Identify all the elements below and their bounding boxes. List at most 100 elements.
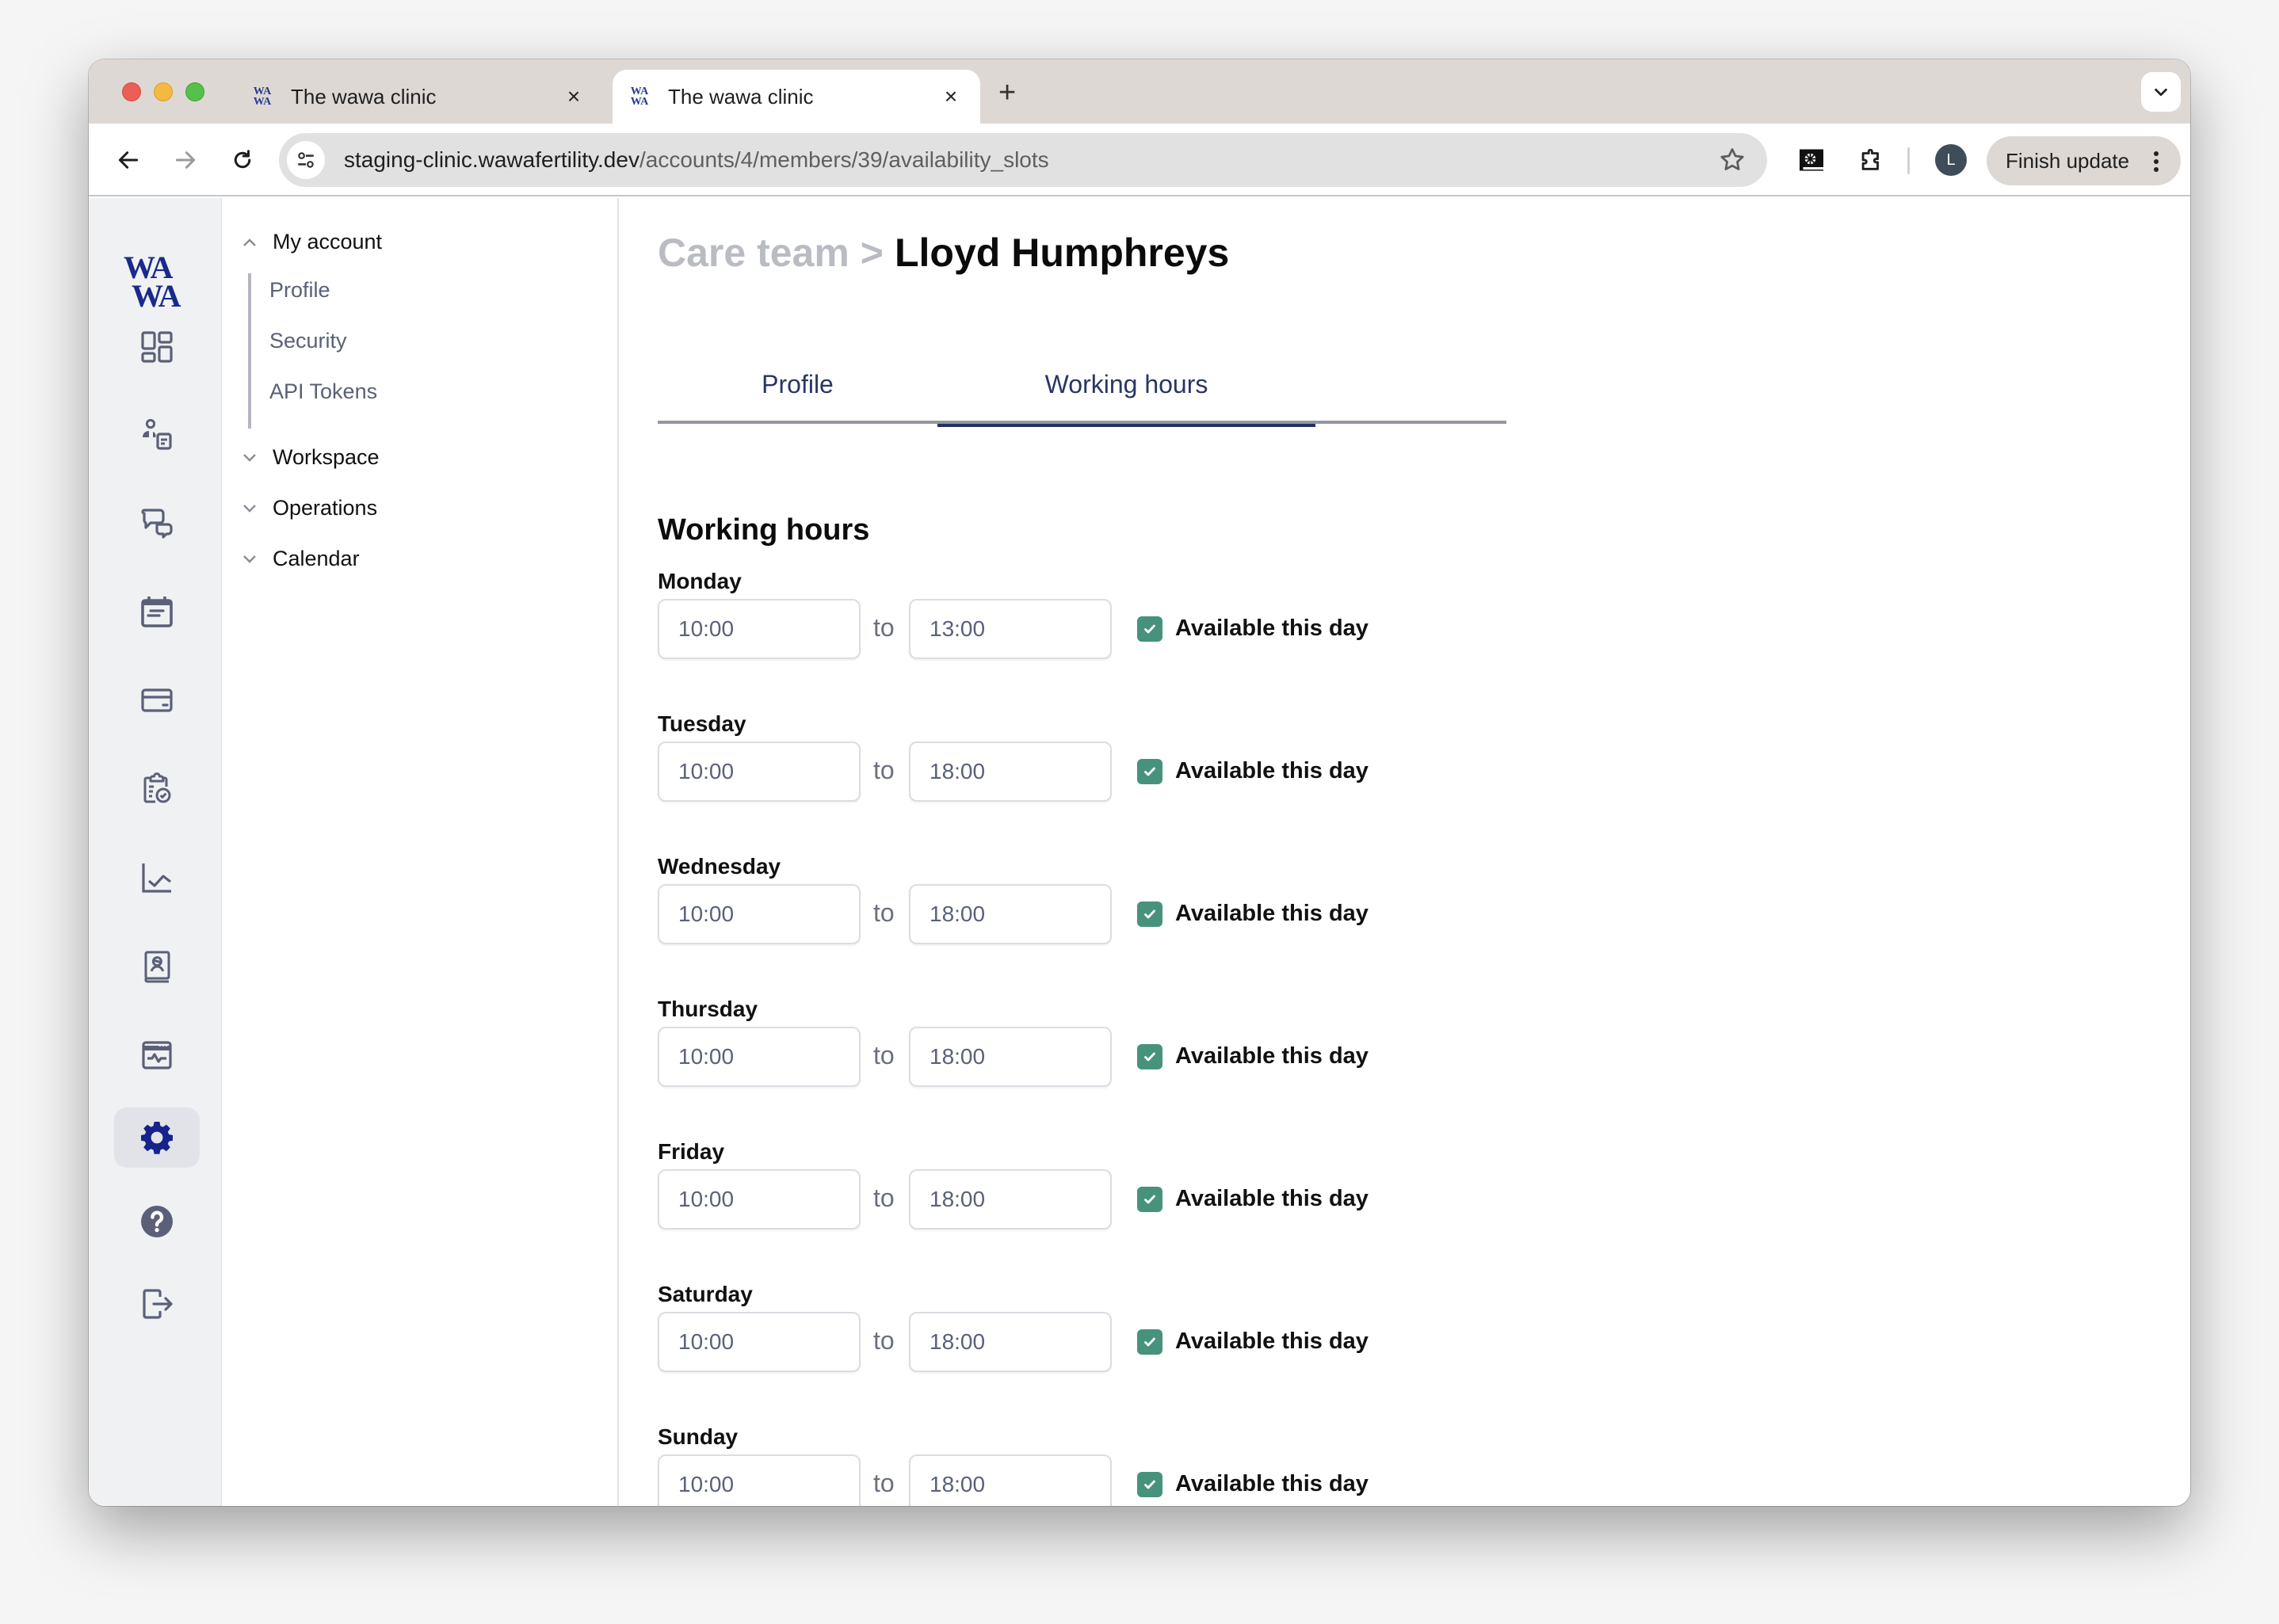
checkmark-icon (1144, 624, 1155, 634)
end-time-input[interactable] (909, 599, 1112, 659)
available-label[interactable]: Available this day (1175, 1186, 1369, 1212)
end-time-input[interactable] (909, 1169, 1112, 1229)
available-checkbox[interactable] (1137, 616, 1162, 642)
extension-button[interactable] (1792, 141, 1830, 179)
browser-tab-1[interactable]: WA WA The wawa clinic × (235, 70, 603, 124)
kebab-menu-icon (2154, 151, 2159, 172)
rail-item-contacts[interactable] (114, 936, 200, 997)
close-tab-icon[interactable]: × (939, 84, 963, 109)
rail-item-calendar[interactable] (114, 581, 200, 642)
subnav-group-label: Calendar (273, 547, 360, 570)
start-time-input[interactable] (658, 1312, 861, 1372)
chevron-down-icon (239, 452, 260, 463)
available-label[interactable]: Available this day (1175, 758, 1369, 784)
maximize-window-button[interactable] (185, 82, 204, 101)
day-row-monday: Monday to Available this day (658, 569, 1450, 711)
rail-item-patients[interactable] (114, 404, 200, 464)
rail-item-help[interactable] (114, 1191, 200, 1252)
start-time-input[interactable] (658, 884, 861, 944)
available-label[interactable]: Available this day (1175, 901, 1369, 927)
minimize-window-button[interactable] (154, 82, 173, 101)
day-name: Saturday (658, 1282, 753, 1306)
forward-button[interactable] (166, 141, 204, 179)
my-account-items: Profile Security API Tokens (248, 273, 377, 429)
end-time-input[interactable] (909, 1454, 1112, 1506)
new-tab-button[interactable]: + (998, 78, 1016, 108)
start-time-input[interactable] (658, 599, 861, 659)
available-checkbox[interactable] (1137, 1187, 1162, 1212)
rail-item-dashboard[interactable] (114, 317, 200, 377)
day-row-sunday: Sunday to Available this day (658, 1424, 1450, 1506)
available-label[interactable]: Available this day (1175, 1471, 1369, 1497)
site-info-button[interactable] (287, 141, 325, 179)
browser-titlebar: WA WA The wawa clinic × WA WA The wawa cli… (89, 59, 2190, 124)
checkmark-icon (1144, 767, 1155, 776)
subnav-group-my-account[interactable]: My account (239, 230, 382, 254)
url-path: /accounts/4/members/39/availability_slot… (639, 147, 1049, 172)
rail-item-analytics[interactable] (114, 848, 200, 908)
subnav-item-profile[interactable]: Profile (269, 278, 330, 303)
subnav-group-operations[interactable]: Operations (239, 496, 377, 520)
tab-profile[interactable]: Profile (658, 345, 937, 424)
available-checkbox[interactable] (1137, 1329, 1162, 1355)
end-time-input[interactable] (909, 884, 1112, 944)
subnav-group-calendar[interactable]: Calendar (239, 547, 360, 571)
subnav-item-api-tokens[interactable]: API Tokens (269, 379, 377, 404)
help-icon (141, 1206, 173, 1237)
tab-search-button[interactable] (2141, 72, 2181, 112)
available-checkbox[interactable] (1137, 1044, 1162, 1069)
tab-working-hours[interactable]: Working hours (937, 345, 1315, 427)
available-label[interactable]: Available this day (1175, 1329, 1369, 1355)
rail-item-settings[interactable] (114, 1107, 200, 1168)
patients-icon (143, 418, 172, 450)
bookmark-star-button[interactable] (1718, 146, 1746, 178)
start-time-input[interactable] (658, 1169, 861, 1229)
wawa-favicon-icon: WA WA (253, 86, 272, 108)
available-checkbox[interactable] (1137, 1472, 1162, 1497)
tab-title: The wawa clinic (668, 84, 814, 109)
available-checkbox[interactable] (1137, 902, 1162, 927)
close-tab-icon[interactable]: × (562, 84, 586, 109)
browser-window: WA WA The wawa clinic × WA WA The wawa cli… (89, 59, 2190, 1506)
chevron-down-icon (239, 503, 260, 514)
monitoring-icon (142, 1041, 172, 1069)
address-bar[interactable]: staging-clinic.wawafertility.dev/account… (279, 133, 1767, 187)
page-title: Lloyd Humphreys (895, 231, 1230, 275)
available-label[interactable]: Available this day (1175, 1043, 1369, 1069)
subnav-group-workspace[interactable]: Workspace (239, 445, 380, 470)
clipboard-check-icon (143, 772, 171, 803)
extension-app-icon (1800, 149, 1823, 171)
wawa-logo[interactable]: WA WA (124, 252, 181, 312)
rail-item-billing[interactable] (114, 670, 200, 730)
subnav-item-security[interactable]: Security (269, 329, 347, 353)
rail-item-monitoring[interactable] (114, 1025, 200, 1085)
url-text[interactable]: staging-clinic.wawafertility.dev/account… (344, 147, 1049, 173)
close-window-button[interactable] (122, 82, 141, 101)
checkmark-icon (1144, 1195, 1155, 1204)
to-label: to (873, 756, 895, 784)
rail-item-messages[interactable] (114, 493, 200, 553)
start-time-input[interactable] (658, 741, 861, 802)
browser-tab-2-active[interactable]: WA WA The wawa clinic × (613, 70, 980, 124)
day-row-friday: Friday to Available this day (658, 1139, 1450, 1282)
settings-subnav: My account Profile Security API Tokens W… (222, 198, 619, 1506)
finish-update-button[interactable]: Finish update (1987, 136, 2181, 185)
back-button[interactable] (109, 141, 147, 179)
extensions-puzzle-button[interactable] (1852, 141, 1890, 179)
rail-item-logout[interactable] (114, 1274, 200, 1334)
breadcrumb-separator: > (860, 231, 884, 275)
main-panel: Care team > Lloyd Humphreys Profile Workin… (620, 198, 2190, 1506)
start-time-input[interactable] (658, 1454, 861, 1506)
start-time-input[interactable] (658, 1027, 861, 1087)
available-checkbox[interactable] (1137, 759, 1162, 784)
end-time-input[interactable] (909, 741, 1112, 802)
breadcrumb-care-team[interactable]: Care team (658, 231, 849, 275)
rail-item-tasks[interactable] (114, 759, 200, 819)
end-time-input[interactable] (909, 1027, 1112, 1087)
reload-button[interactable] (223, 141, 261, 179)
end-time-input[interactable] (909, 1312, 1112, 1372)
checkmark-icon (1144, 1052, 1155, 1062)
chevron-down-icon (2155, 88, 2167, 97)
available-label[interactable]: Available this day (1175, 616, 1369, 642)
profile-avatar[interactable]: L (1935, 144, 1967, 176)
